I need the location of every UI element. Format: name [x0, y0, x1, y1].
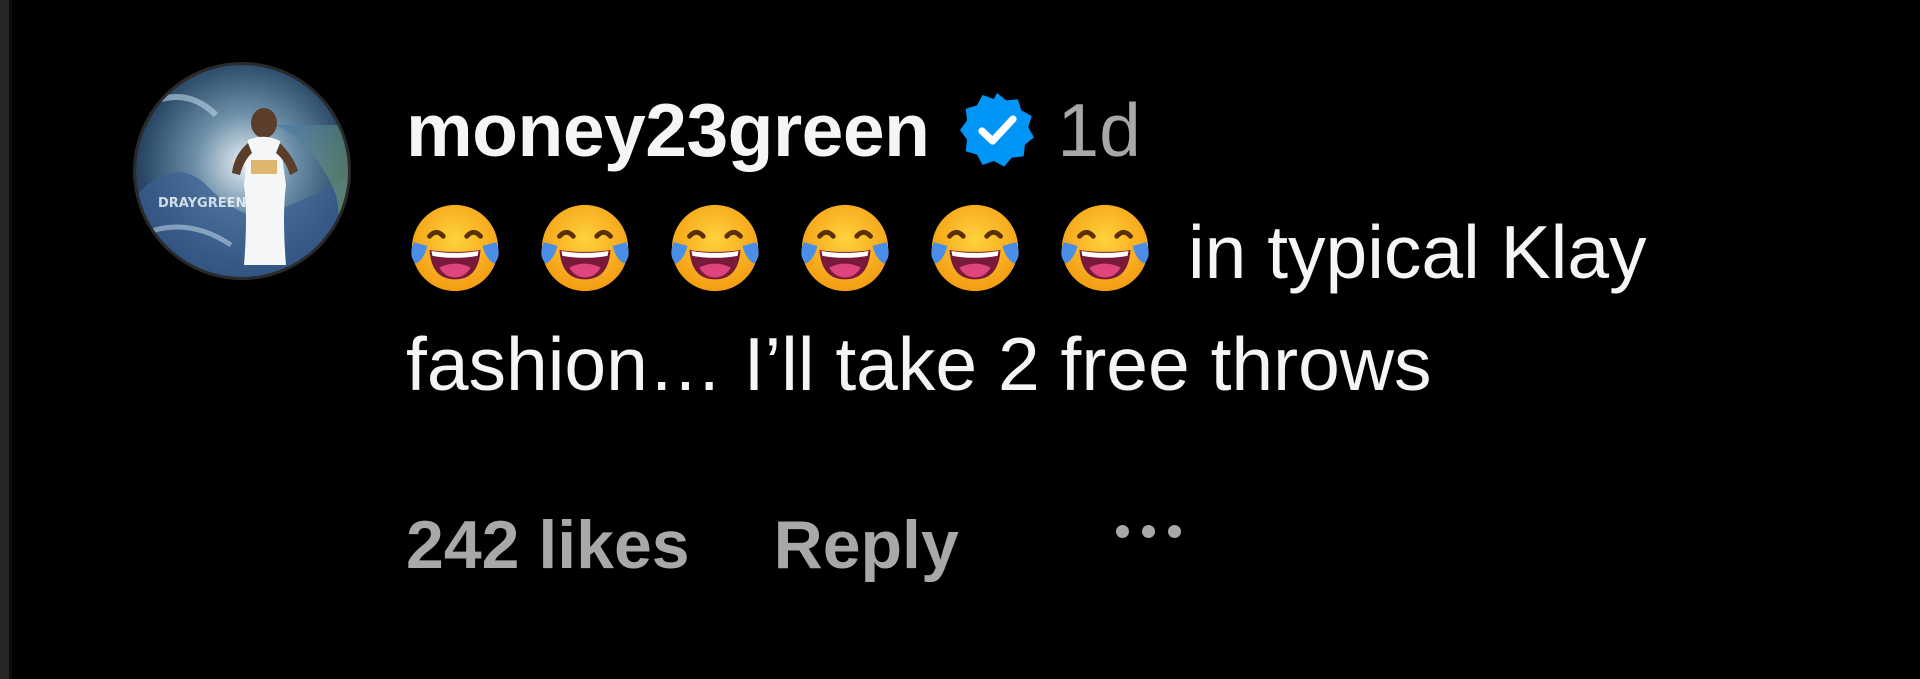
svg-text:DRAYGREEN: DRAYGREEN [158, 196, 246, 211]
panel-border-shadow [9, 0, 12, 679]
likes-count[interactable]: 242 likes [406, 511, 690, 579]
comment-header: money23green 1d [406, 82, 1826, 178]
comment-text: in typical Klay fashion… I’ll take 2 fre… [406, 196, 1806, 420]
comment-body: money23green 1d in typical Klay fashion…… [406, 82, 1826, 420]
more-options-icon[interactable] [1114, 511, 1183, 551]
comment-text-line2: fashion… I’ll take 2 free throws [406, 322, 1432, 406]
comment-timestamp[interactable]: 1d [1057, 92, 1140, 168]
reply-button[interactable]: Reply [774, 511, 959, 579]
dot-icon [1115, 524, 1129, 538]
face-with-tears-of-joy-icon [406, 199, 504, 297]
comment-actions: 242 likes Reply [406, 505, 1183, 585]
face-with-tears-of-joy-icon [666, 199, 764, 297]
avatar-image: DRAYGREEN [136, 65, 348, 277]
avatar[interactable]: DRAYGREEN [133, 62, 351, 280]
comment-text-line1: in typical Klay [1188, 210, 1647, 294]
comment-panel: DRAYGREEN money23green 1d in typical Kla… [0, 0, 1920, 679]
face-with-tears-of-joy-icon [796, 199, 894, 297]
dot-icon [1167, 524, 1181, 538]
emoji-group [406, 199, 1154, 297]
username[interactable]: money23green [406, 92, 930, 168]
dot-icon [1141, 524, 1155, 538]
face-with-tears-of-joy-icon [926, 199, 1024, 297]
face-with-tears-of-joy-icon [1056, 199, 1154, 297]
panel-border [0, 0, 9, 679]
face-with-tears-of-joy-icon [536, 199, 634, 297]
verified-badge-icon [960, 93, 1035, 167]
